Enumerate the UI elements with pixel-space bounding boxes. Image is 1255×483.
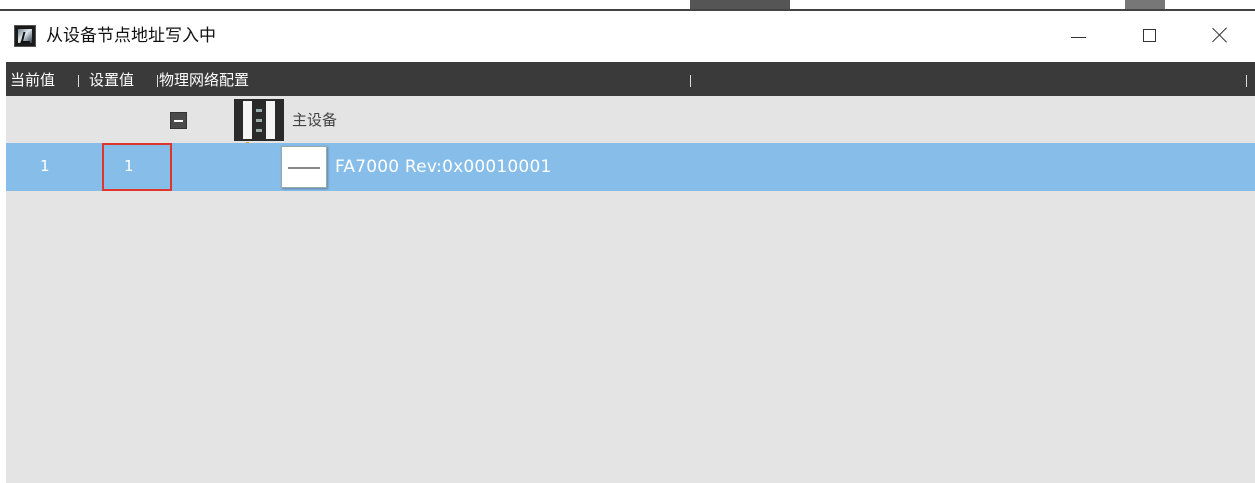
column-divider[interactable] [690,75,691,87]
master-icon-bar [266,101,275,139]
master-icon-bar [243,101,252,139]
table-row[interactable]: 1 1 FA7000 Rev:0x00010001 [6,143,1255,191]
close-icon [1212,27,1228,43]
close-button[interactable] [1197,18,1243,52]
master-icon-port [256,109,262,112]
master-device-row[interactable]: 主设备 [6,96,1255,143]
set-value-text: 1 [124,157,134,175]
minimize-button[interactable] [1055,18,1101,52]
maximize-icon [1142,28,1156,42]
column-divider[interactable] [1246,75,1247,87]
app-icon [14,25,36,47]
current-value-cell: 1 [40,157,50,175]
background-line [0,9,1255,11]
table-header: 当前值 设置值 物理网络配置 [6,62,1255,96]
background-fragment [1125,0,1165,9]
set-value-cell[interactable]: 1 [102,143,172,191]
master-icon-port [256,129,262,132]
master-icon-port [256,119,262,122]
background-fragment [690,0,790,9]
master-device-icon [234,99,284,141]
column-header-physical[interactable]: 物理网络配置 [159,71,249,89]
slave-device-icon [281,146,327,188]
master-device-label: 主设备 [292,111,338,129]
collapse-icon[interactable] [170,112,187,129]
column-divider[interactable] [78,75,79,87]
column-header-set[interactable]: 设置值 [89,71,134,89]
window-title: 从设备节点地址写入中 [46,26,216,46]
column-header-current[interactable]: 当前值 [10,71,55,89]
background-window-strip [0,0,1255,12]
column-divider[interactable] [157,75,158,87]
dialog-window: 从设备节点地址写入中 当前值 设置值 物理网络配置 主设备 1 1 FA7000… [0,0,1255,483]
minimize-icon [1070,36,1086,38]
device-tree-table: 当前值 设置值 物理网络配置 主设备 1 1 FA7000 Rev:0x0001… [6,62,1255,483]
slave-device-label: FA7000 Rev:0x00010001 [335,157,552,177]
maximize-button[interactable] [1126,18,1172,52]
title-bar[interactable]: 从设备节点地址写入中 [0,12,1255,62]
slave-icon-detail [288,167,320,169]
